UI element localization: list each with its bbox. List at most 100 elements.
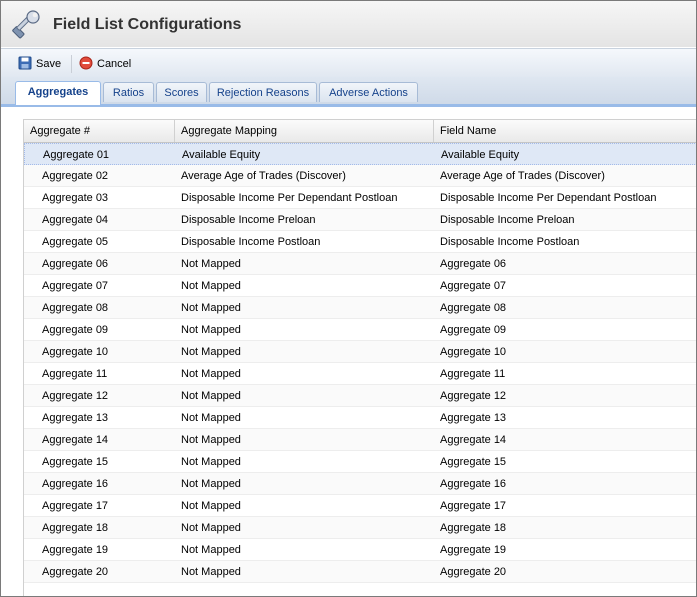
cell-aggregate-mapping: Not Mapped xyxy=(181,346,241,358)
cell-aggregate-mapping: Not Mapped xyxy=(181,522,241,534)
cell-aggregate-number: Aggregate 10 xyxy=(42,346,109,358)
cancel-icon xyxy=(79,56,93,73)
save-button[interactable]: Save xyxy=(18,56,61,72)
cell-field-name: Aggregate 20 xyxy=(440,566,507,578)
cell-field-name: Aggregate 16 xyxy=(440,478,507,490)
cell-aggregate-number: Aggregate 01 xyxy=(43,149,110,161)
cell-aggregate-mapping: Not Mapped xyxy=(181,434,241,446)
table-row[interactable]: Aggregate 09 Not Mapped Aggregate 09 xyxy=(24,319,696,341)
cell-aggregate-number: Aggregate 07 xyxy=(42,280,109,292)
tab-aggregates[interactable]: Aggregates xyxy=(15,81,101,105)
table-row[interactable]: Aggregate 12 Not Mapped Aggregate 12 xyxy=(24,385,696,407)
table-row[interactable]: Aggregate 11 Not Mapped Aggregate 11 xyxy=(24,363,696,385)
cell-aggregate-number: Aggregate 08 xyxy=(42,302,109,314)
toolbar-separator xyxy=(71,55,72,73)
cell-aggregate-number: Aggregate 15 xyxy=(42,456,109,468)
table-row[interactable]: Aggregate 16 Not Mapped Aggregate 16 xyxy=(24,473,696,495)
cell-aggregate-number: Aggregate 19 xyxy=(42,544,109,556)
table-row[interactable]: Aggregate 10 Not Mapped Aggregate 10 xyxy=(24,341,696,363)
cell-aggregate-mapping: Not Mapped xyxy=(181,478,241,490)
cell-aggregate-mapping: Disposable Income Per Dependant Postloan xyxy=(181,192,398,204)
tab-strip: Aggregates Ratios Scores Rejection Reaso… xyxy=(1,77,696,107)
table-row[interactable]: Aggregate 18 Not Mapped Aggregate 18 xyxy=(24,517,696,539)
tab-panel: Aggregate # Aggregate Mapping Field Name… xyxy=(1,107,696,596)
table-row[interactable]: Aggregate 02 Average Age of Trades (Disco… xyxy=(24,165,696,187)
cell-field-name: Aggregate 13 xyxy=(440,412,507,424)
cell-field-name: Aggregate 11 xyxy=(440,368,506,380)
floppy-disk-icon xyxy=(18,56,32,73)
table-row[interactable]: Aggregate 03 Disposable Income Per Depend… xyxy=(24,187,696,209)
table-row[interactable]: Aggregate 19 Not Mapped Aggregate 19 xyxy=(24,539,696,561)
cell-aggregate-mapping: Disposable Income Postloan xyxy=(181,236,321,248)
cell-aggregate-mapping: Average Age of Trades (Discover) xyxy=(181,170,346,182)
cell-aggregate-mapping: Available Equity xyxy=(182,149,261,161)
table-row[interactable]: Aggregate 14 Not Mapped Aggregate 14 xyxy=(24,429,696,451)
cell-aggregate-number: Aggregate 17 xyxy=(42,500,109,512)
column-header-field-name[interactable]: Field Name xyxy=(434,120,696,142)
cell-field-name: Disposable Income Preloan xyxy=(440,214,575,226)
cell-field-name: Disposable Income Per Dependant Postloan xyxy=(440,192,657,204)
cell-aggregate-number: Aggregate 12 xyxy=(42,390,109,402)
cell-field-name: Disposable Income Postloan xyxy=(440,236,580,248)
tab-rejection-reasons[interactable]: Rejection Reasons xyxy=(209,82,317,102)
column-header-aggregate-mapping[interactable]: Aggregate Mapping xyxy=(175,120,434,142)
cell-aggregate-number: Aggregate 13 xyxy=(42,412,109,424)
wrench-screwdriver-icon xyxy=(11,10,41,40)
cell-aggregate-number: Aggregate 18 xyxy=(42,522,109,534)
cell-field-name: Available Equity xyxy=(441,149,520,161)
tab-adverse-actions[interactable]: Adverse Actions xyxy=(319,82,418,102)
cell-aggregate-mapping: Not Mapped xyxy=(181,390,241,402)
cell-aggregate-mapping: Not Mapped xyxy=(181,500,241,512)
cancel-button[interactable]: Cancel xyxy=(79,56,131,72)
table-row[interactable]: Aggregate 01 Available Equity Available Eq… xyxy=(24,143,696,165)
field-list-window: Field List Configurations Save Cancel Ag… xyxy=(0,0,697,597)
cell-aggregate-mapping: Not Mapped xyxy=(181,412,241,424)
table-row[interactable]: Aggregate 05 Disposable Income Postloan Di… xyxy=(24,231,696,253)
cell-aggregate-number: Aggregate 05 xyxy=(42,236,109,248)
title-bar: Field List Configurations xyxy=(1,1,696,47)
cell-aggregate-mapping: Not Mapped xyxy=(181,258,241,270)
page-title: Field List Configurations xyxy=(53,16,242,33)
grid-header: Aggregate # Aggregate Mapping Field Name xyxy=(24,120,696,143)
tab-scores[interactable]: Scores xyxy=(156,82,207,102)
aggregates-grid: Aggregate # Aggregate Mapping Field Name… xyxy=(23,119,696,596)
cell-field-name: Aggregate 12 xyxy=(440,390,507,402)
cell-aggregate-mapping: Not Mapped xyxy=(181,566,241,578)
cell-aggregate-number: Aggregate 02 xyxy=(42,170,109,182)
cell-aggregate-mapping: Not Mapped xyxy=(181,280,241,292)
cell-field-name: Aggregate 09 xyxy=(440,324,507,336)
cell-aggregate-number: Aggregate 11 xyxy=(42,368,108,380)
table-row[interactable]: Aggregate 04 Disposable Income Preloan Dis… xyxy=(24,209,696,231)
cell-aggregate-number: Aggregate 03 xyxy=(42,192,109,204)
toolbar: Save Cancel xyxy=(1,48,696,77)
cell-field-name: Aggregate 06 xyxy=(440,258,507,270)
cancel-button-label: Cancel xyxy=(97,58,132,70)
cell-aggregate-mapping: Not Mapped xyxy=(181,544,241,556)
cell-aggregate-number: Aggregate 20 xyxy=(42,566,109,578)
column-header-aggregate-number[interactable]: Aggregate # xyxy=(24,120,175,142)
table-row[interactable]: Aggregate 06 Not Mapped Aggregate 06 xyxy=(24,253,696,275)
cell-field-name: Aggregate 19 xyxy=(440,544,507,556)
table-row[interactable]: Aggregate 17 Not Mapped Aggregate 17 xyxy=(24,495,696,517)
table-row[interactable]: Aggregate 15 Not Mapped Aggregate 15 xyxy=(24,451,696,473)
table-row[interactable]: Aggregate 20 Not Mapped Aggregate 20 xyxy=(24,561,696,583)
cell-field-name: Aggregate 18 xyxy=(440,522,507,534)
cell-aggregate-number: Aggregate 16 xyxy=(42,478,109,490)
save-button-label: Save xyxy=(36,58,62,70)
cell-aggregate-mapping: Not Mapped xyxy=(181,368,241,380)
table-row[interactable]: Aggregate 13 Not Mapped Aggregate 13 xyxy=(24,407,696,429)
cell-aggregate-number: Aggregate 14 xyxy=(42,434,109,446)
cell-aggregate-number: Aggregate 09 xyxy=(42,324,109,336)
cell-aggregate-number: Aggregate 06 xyxy=(42,258,109,270)
tab-ratios[interactable]: Ratios xyxy=(103,82,154,102)
cell-field-name: Aggregate 14 xyxy=(440,434,507,446)
table-row[interactable]: Aggregate 08 Not Mapped Aggregate 08 xyxy=(24,297,696,319)
cell-field-name: Average Age of Trades (Discover) xyxy=(440,170,605,182)
cell-aggregate-number: Aggregate 04 xyxy=(42,214,109,226)
table-row[interactable]: Aggregate 07 Not Mapped Aggregate 07 xyxy=(24,275,696,297)
cell-field-name: Aggregate 15 xyxy=(440,456,507,468)
cell-field-name: Aggregate 07 xyxy=(440,280,507,292)
cell-aggregate-mapping: Not Mapped xyxy=(181,324,241,336)
cell-field-name: Aggregate 08 xyxy=(440,302,507,314)
cell-field-name: Aggregate 17 xyxy=(440,500,507,512)
